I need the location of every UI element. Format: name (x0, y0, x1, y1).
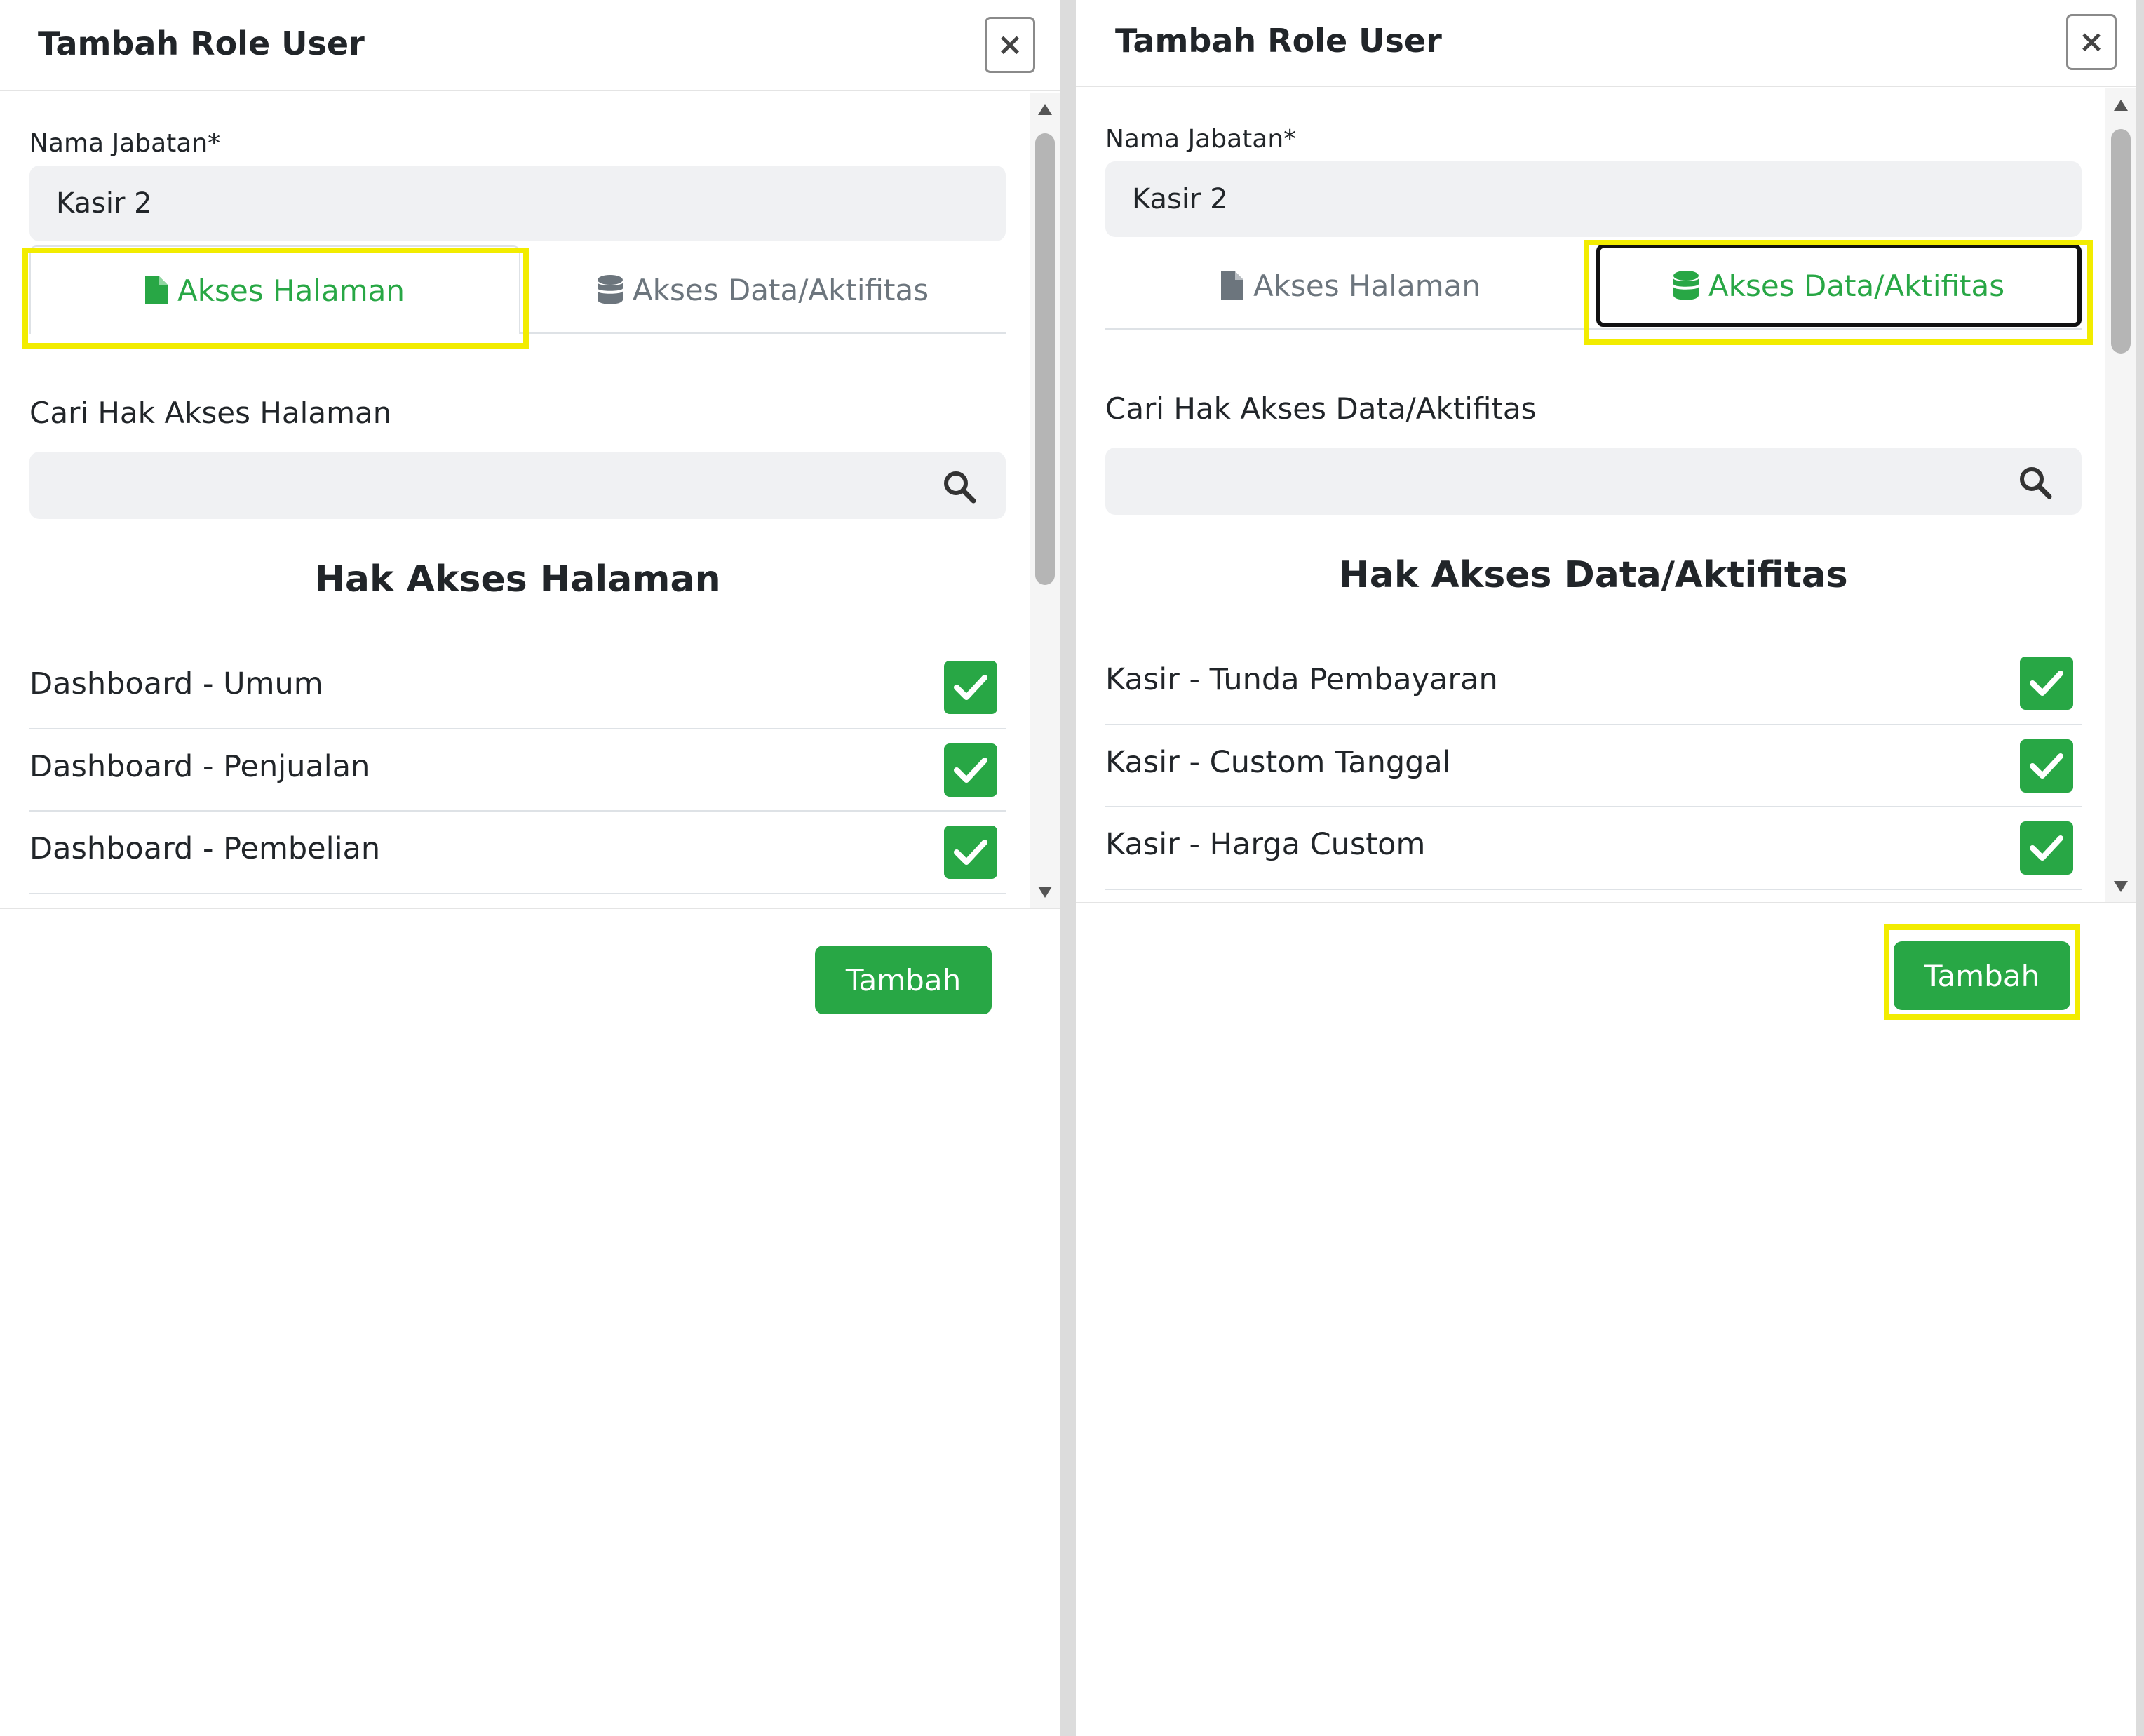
scroll-down-icon[interactable] (1037, 885, 1053, 899)
scroll-up-icon[interactable] (2112, 98, 2129, 112)
scroll-thumb[interactable] (1035, 133, 1055, 585)
permission-row: Kasir - Custom Tanggal (1105, 725, 2082, 808)
tambah-button[interactable]: Tambah (1894, 941, 2070, 1010)
permission-label: Dashboard - Penjualan (29, 748, 370, 784)
permission-label: Kasir - Tunda Pembayaran (1105, 662, 1498, 697)
file-icon (1220, 271, 1243, 300)
access-tabs: Akses Halaman Akses Data/Aktifitas (29, 245, 1006, 334)
role-name-input[interactable] (29, 166, 1006, 241)
scroll-up-icon[interactable] (1037, 102, 1053, 116)
permission-checkbox[interactable] (2020, 739, 2073, 793)
close-icon: × (2078, 24, 2105, 60)
permission-checkbox[interactable] (944, 743, 997, 797)
scroll-thumb[interactable] (2111, 129, 2131, 354)
access-tabs: Akses Halaman Akses Data/Aktifitas (1105, 241, 2082, 330)
search-label: Cari Hak Akses Data/Aktifitas (1105, 391, 1537, 426)
close-button[interactable]: × (2066, 14, 2117, 70)
permission-row: Kasir - Tunda Pembayaran (1105, 642, 2082, 725)
permission-label: Dashboard - Umum (29, 666, 323, 701)
tab-label: Akses Data/Aktifitas (1708, 268, 2005, 303)
role-name-label: Nama Jabatan* (1105, 125, 1297, 154)
close-button[interactable]: × (985, 17, 1035, 73)
permission-checkbox[interactable] (2020, 821, 2073, 875)
section-title: Hak Akses Data/Aktifitas (1339, 554, 1848, 596)
permission-row: Dashboard - Persediaan (29, 894, 1006, 908)
tab-label: Akses Data/Aktifitas (632, 272, 929, 307)
scrollbar[interactable] (1030, 93, 1060, 908)
tab-akses-halaman[interactable]: Akses Halaman (29, 245, 520, 334)
section-title: Hak Akses Halaman (314, 558, 721, 600)
scrollbar[interactable] (2105, 88, 2136, 902)
modal-body: Nama Jabatan* Akses Halaman Akses Data/A… (1076, 88, 2136, 902)
permission-checkbox[interactable] (944, 661, 997, 714)
modal-title: Tambah Role User (1115, 22, 1442, 60)
modal-header: Tambah Role User × (1076, 0, 2136, 87)
database-icon (1673, 271, 1699, 300)
permission-row: Dashboard - Pembelian (29, 812, 1006, 894)
modal-header: Tambah Role User × (0, 0, 1060, 91)
modal-title: Tambah Role User (38, 25, 365, 62)
modal-body: Nama Jabatan* Akses Halaman Akses Data/A… (0, 93, 1060, 908)
permission-row: Kasir - Harga Custom (1105, 807, 2082, 890)
search-icon[interactable] (941, 469, 978, 505)
search-input[interactable] (29, 452, 1006, 519)
tambah-button[interactable]: Tambah (815, 946, 992, 1014)
close-icon: × (997, 27, 1023, 62)
add-role-modal-left: Tambah Role User × Nama Jabatan* Akses H… (0, 0, 1060, 1736)
search-input[interactable] (1105, 448, 2082, 515)
search-icon[interactable] (2017, 464, 2054, 501)
permission-label: Kasir - Custom Tanggal (1105, 744, 1451, 780)
database-icon (597, 275, 623, 304)
tab-akses-data-aktifitas[interactable]: Akses Data/Aktifitas (520, 245, 1006, 334)
permission-row: Kasir - Melakukan Penjualan (1105, 890, 2082, 902)
scroll-down-icon[interactable] (2112, 880, 2129, 894)
tab-label: Akses Halaman (177, 273, 405, 308)
tab-label: Akses Halaman (1253, 268, 1481, 303)
permission-list: Dashboard - Umum Dashboard - Penjualan Das… (29, 647, 1006, 908)
modal-footer: Tambah (0, 908, 1060, 1736)
permission-row: Dashboard - Umum (29, 647, 1006, 729)
check-icon (2030, 671, 2063, 696)
permission-row: Dashboard - Penjualan (29, 729, 1006, 812)
permission-label: Kasir - Harga Custom (1105, 827, 1426, 863)
file-icon (144, 276, 168, 304)
permission-checkbox[interactable] (944, 826, 997, 880)
check-icon (954, 757, 987, 783)
permission-label: Dashboard - Pembelian (29, 831, 381, 867)
check-icon (954, 675, 987, 700)
search-label: Cari Hak Akses Halaman (29, 396, 392, 430)
role-name-label: Nama Jabatan* (29, 129, 221, 158)
role-name-input[interactable] (1105, 161, 2082, 237)
permission-checkbox[interactable] (2020, 657, 2073, 710)
permission-list: Kasir - Tunda Pembayaran Kasir - Custom T… (1105, 642, 2082, 902)
tab-akses-halaman[interactable]: Akses Halaman (1105, 241, 1596, 330)
modal-footer: Tambah (1076, 902, 2136, 1736)
check-icon (2030, 835, 2063, 861)
add-role-modal-right: Tambah Role User × Nama Jabatan* Akses H… (1076, 0, 2136, 1736)
tab-akses-data-aktifitas[interactable]: Akses Data/Aktifitas (1596, 244, 2082, 327)
check-icon (2030, 753, 2063, 779)
check-icon (954, 840, 987, 866)
